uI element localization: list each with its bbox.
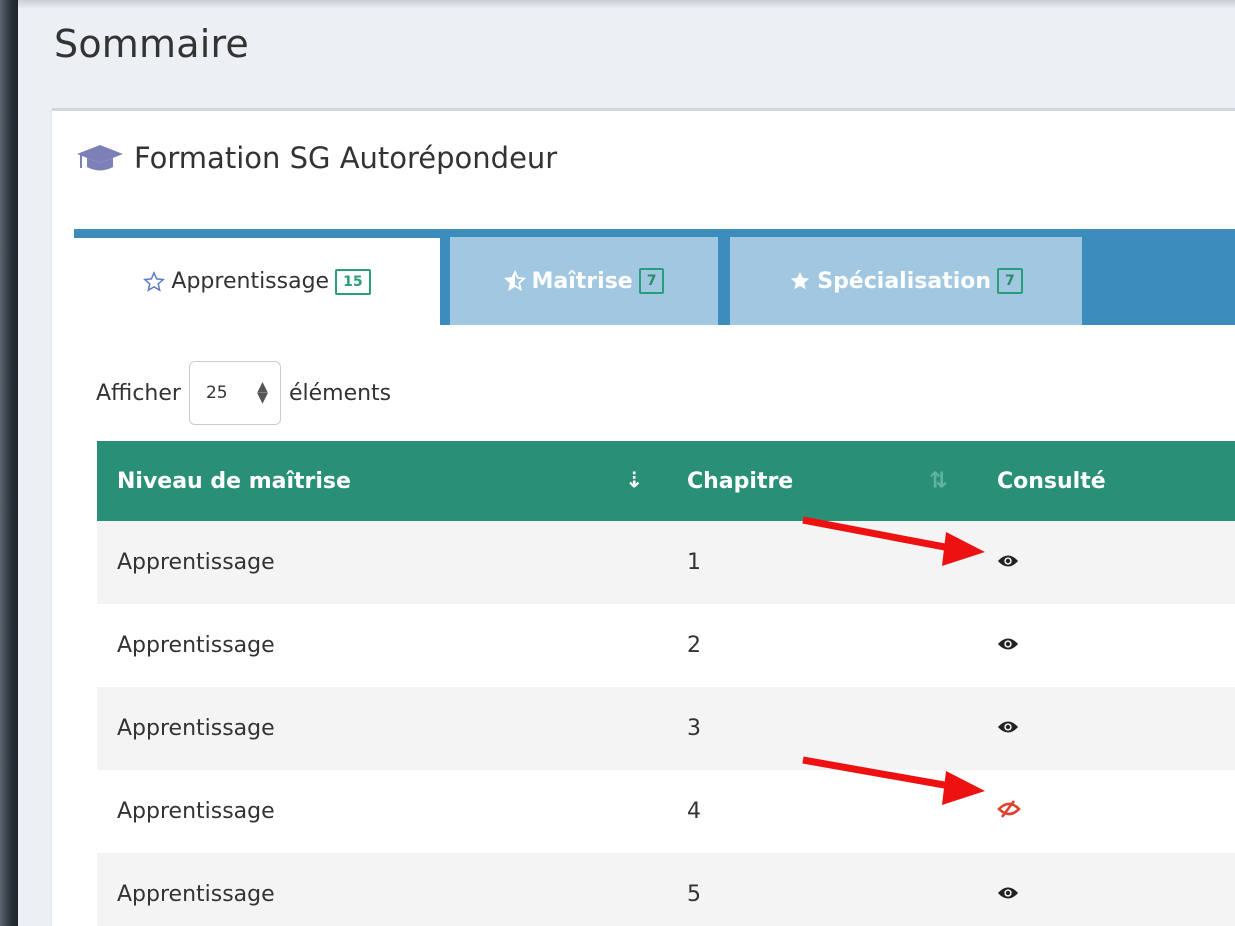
- column-header-viewed[interactable]: Consulté: [977, 441, 1235, 521]
- eye-icon: [997, 716, 1019, 741]
- tab-label: Maîtrise: [531, 268, 633, 294]
- column-header-chapter[interactable]: Chapitre ⇅: [667, 441, 977, 521]
- cell-chapter: 2: [687, 633, 701, 658]
- column-header-label: Consulté: [997, 468, 1106, 494]
- left-edge-bar: [0, 0, 18, 926]
- tab-count-badge: 7: [997, 268, 1023, 294]
- page-length-control: Afficher 25 ▲ ▼ éléments: [96, 361, 391, 425]
- tab-bar: Apprentissage 15 Maîtrise 7 Spécialisati…: [74, 229, 1235, 325]
- sort-both-icon: ⇅: [929, 468, 948, 494]
- table-row[interactable]: Apprentissage 4: [97, 770, 1235, 853]
- cell-viewed: [977, 770, 1235, 853]
- cell-level: Apprentissage: [117, 799, 275, 824]
- star-outline-icon: [143, 270, 166, 293]
- star-half-icon: [503, 270, 526, 292]
- page-title: Sommaire: [54, 22, 250, 66]
- sort-desc-icon: ⇣: [625, 468, 644, 494]
- tab-maitrise[interactable]: Maîtrise 7: [450, 237, 718, 325]
- cell-chapter: 4: [687, 799, 701, 824]
- tab-apprentissage[interactable]: Apprentissage 15: [74, 235, 440, 325]
- table-header-row: Niveau de maîtrise ⇣ Chapitre ⇅ Consulté: [97, 441, 1235, 521]
- eye-icon: [997, 550, 1019, 575]
- table-row[interactable]: Apprentissage 3: [97, 687, 1235, 770]
- length-prefix: Afficher: [96, 380, 181, 406]
- cell-level: Apprentissage: [117, 882, 275, 907]
- eye-icon: [997, 882, 1019, 907]
- page-length-select[interactable]: 25 ▲ ▼: [188, 361, 281, 425]
- chapters-table: Niveau de maîtrise ⇣ Chapitre ⇅ Consulté…: [97, 441, 1235, 926]
- cell-chapter: 1: [687, 550, 701, 575]
- tab-count-badge: 7: [638, 268, 665, 294]
- length-suffix: éléments: [288, 380, 392, 406]
- cell-level: Apprentissage: [117, 550, 275, 575]
- table-row[interactable]: Apprentissage 2: [97, 604, 1235, 687]
- content-box: Formation SG Autorépondeur Apprentissage…: [52, 108, 1235, 926]
- tab-label: Apprentissage: [171, 269, 330, 294]
- cell-viewed: [977, 521, 1235, 604]
- column-header-label: Chapitre: [687, 468, 794, 494]
- cell-chapter: 5: [687, 882, 701, 907]
- column-header-level[interactable]: Niveau de maîtrise ⇣: [97, 441, 667, 521]
- tab-count-badge: 15: [335, 268, 371, 295]
- cell-chapter: 3: [687, 716, 701, 741]
- cell-level: Apprentissage: [117, 633, 275, 658]
- table-row[interactable]: Apprentissage 1: [97, 521, 1235, 604]
- top-shadow: [18, 0, 1235, 8]
- cell-viewed: [977, 853, 1235, 926]
- eye-icon: [997, 633, 1019, 658]
- tab-specialisation[interactable]: Spécialisation 7: [730, 237, 1082, 325]
- cell-viewed: [977, 604, 1235, 687]
- table-row[interactable]: Apprentissage 5: [97, 853, 1235, 926]
- star-icon: [789, 270, 811, 292]
- column-header-label: Niveau de maîtrise: [117, 468, 351, 494]
- box-title: Formation SG Autorépondeur: [134, 141, 558, 175]
- cell-level: Apprentissage: [117, 716, 275, 741]
- tab-label: Spécialisation: [817, 268, 992, 294]
- graduation-cap-icon: [76, 143, 124, 173]
- eye-slash-icon: [997, 799, 1021, 824]
- page-length-value: 25: [205, 383, 228, 403]
- cell-viewed: [977, 687, 1235, 770]
- box-header: Formation SG Autorépondeur: [76, 141, 557, 175]
- select-arrows-icon: ▲ ▼: [257, 378, 268, 406]
